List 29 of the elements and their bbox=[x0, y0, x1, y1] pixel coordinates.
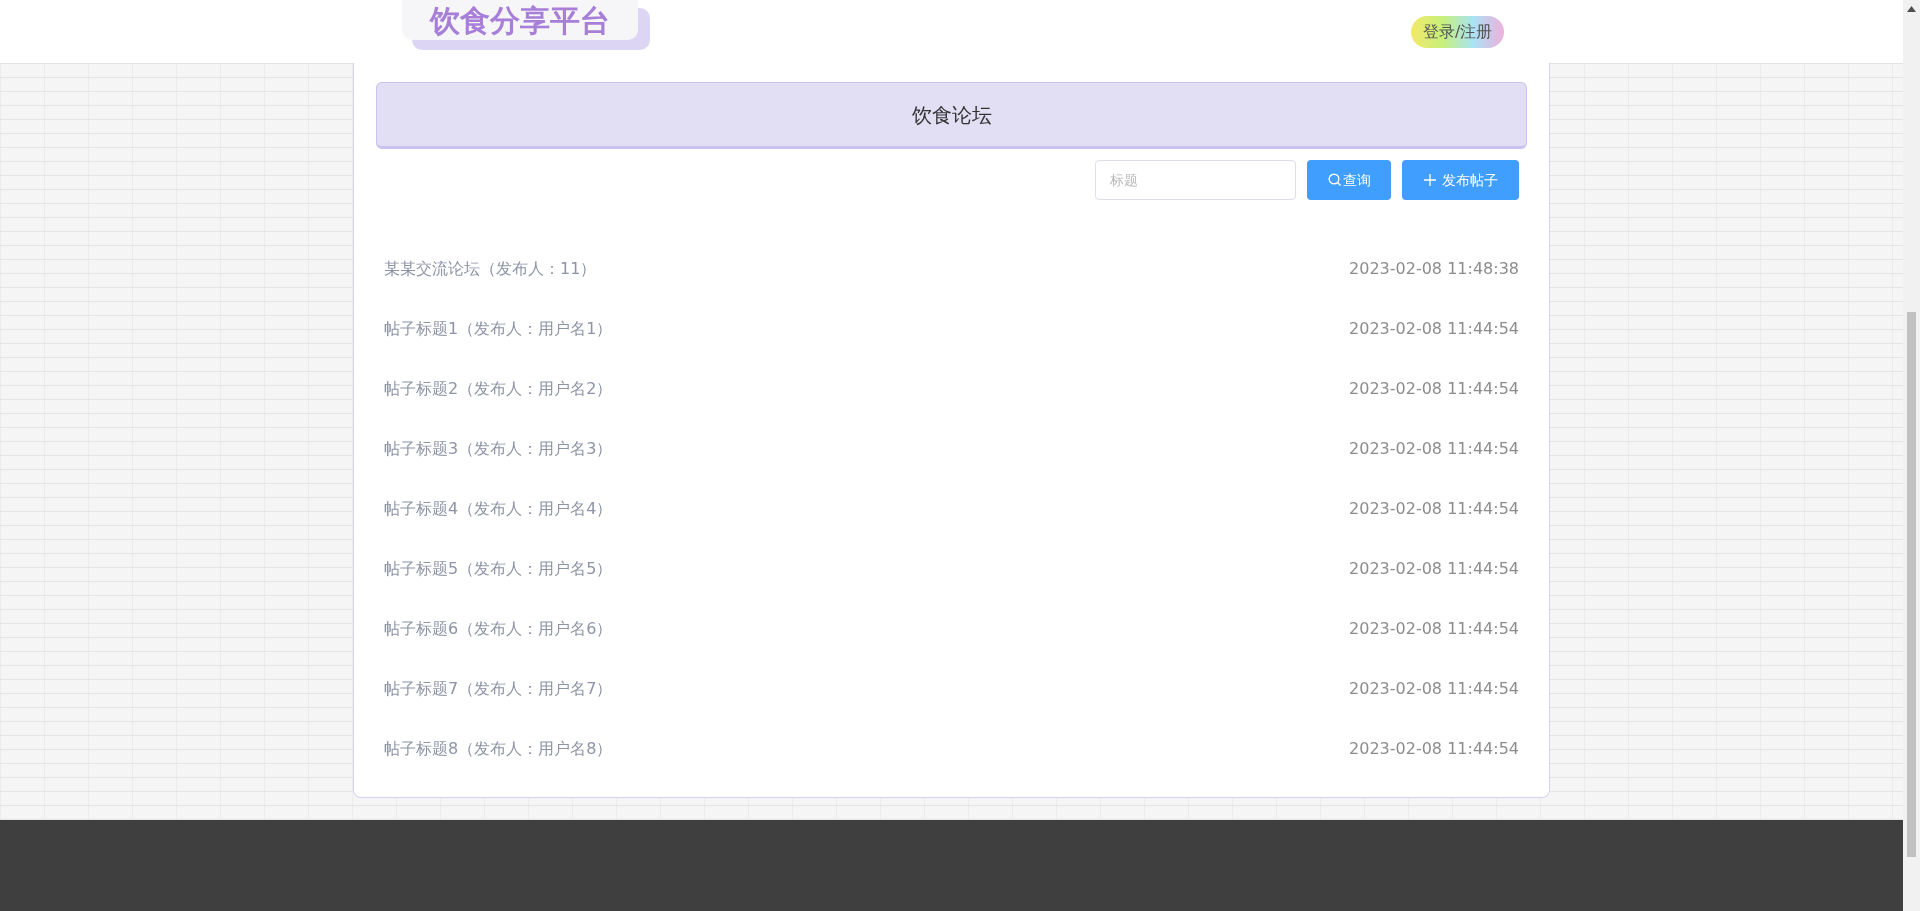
scrollbar-thumb[interactable] bbox=[1907, 312, 1916, 857]
post-time: 2023-02-08 11:44:54 bbox=[1349, 318, 1519, 340]
post-title-link[interactable]: 帖子标题4（发布人：用户名4） bbox=[384, 497, 613, 521]
post-title-link[interactable]: 帖子标题7（发布人：用户名7） bbox=[384, 677, 613, 701]
title-search-field[interactable]: 标题 bbox=[1095, 160, 1296, 200]
new-post-button[interactable]: 发布帖子 bbox=[1402, 160, 1519, 200]
scroll-up-icon[interactable] bbox=[1907, 6, 1916, 12]
forum-title: 饮食论坛 bbox=[376, 82, 1527, 149]
post-time: 2023-02-08 11:44:54 bbox=[1349, 618, 1519, 640]
post-title-link[interactable]: 帖子标题3（发布人：用户名3） bbox=[384, 437, 613, 461]
post-time: 2023-02-08 11:44:54 bbox=[1349, 378, 1519, 400]
post-title-link[interactable]: 帖子标题1（发布人：用户名1） bbox=[384, 317, 613, 341]
search-icon bbox=[1327, 173, 1342, 187]
post-time: 2023-02-08 11:44:54 bbox=[1349, 498, 1519, 520]
post-time: 2023-02-08 11:44:54 bbox=[1349, 678, 1519, 700]
post-title-link[interactable]: 帖子标题2（发布人：用户名2） bbox=[384, 377, 613, 401]
login-register-button[interactable]: 登录/注册 bbox=[1411, 16, 1505, 48]
post-time: 2023-02-08 11:48:38 bbox=[1349, 258, 1519, 280]
plus-icon bbox=[1423, 174, 1436, 186]
post-time: 2023-02-08 11:44:54 bbox=[1349, 738, 1519, 760]
search-button[interactable]: 查询 bbox=[1307, 160, 1391, 200]
post-time: 2023-02-08 11:44:54 bbox=[1349, 558, 1519, 580]
post-title-link[interactable]: 帖子标题6（发布人：用户名6） bbox=[384, 617, 613, 641]
post-title-link[interactable]: 帖子标题5（发布人：用户名5） bbox=[384, 557, 613, 581]
post-time: 2023-02-08 11:44:54 bbox=[1349, 438, 1519, 460]
post-title-link[interactable]: 帖子标题8（发布人：用户名8） bbox=[384, 737, 613, 761]
site-logo[interactable]: 饮食分享平台 bbox=[402, 0, 638, 40]
scrollbar[interactable] bbox=[1903, 0, 1920, 911]
post-title-link[interactable]: 某某交流论坛（发布人：11） bbox=[384, 257, 597, 281]
